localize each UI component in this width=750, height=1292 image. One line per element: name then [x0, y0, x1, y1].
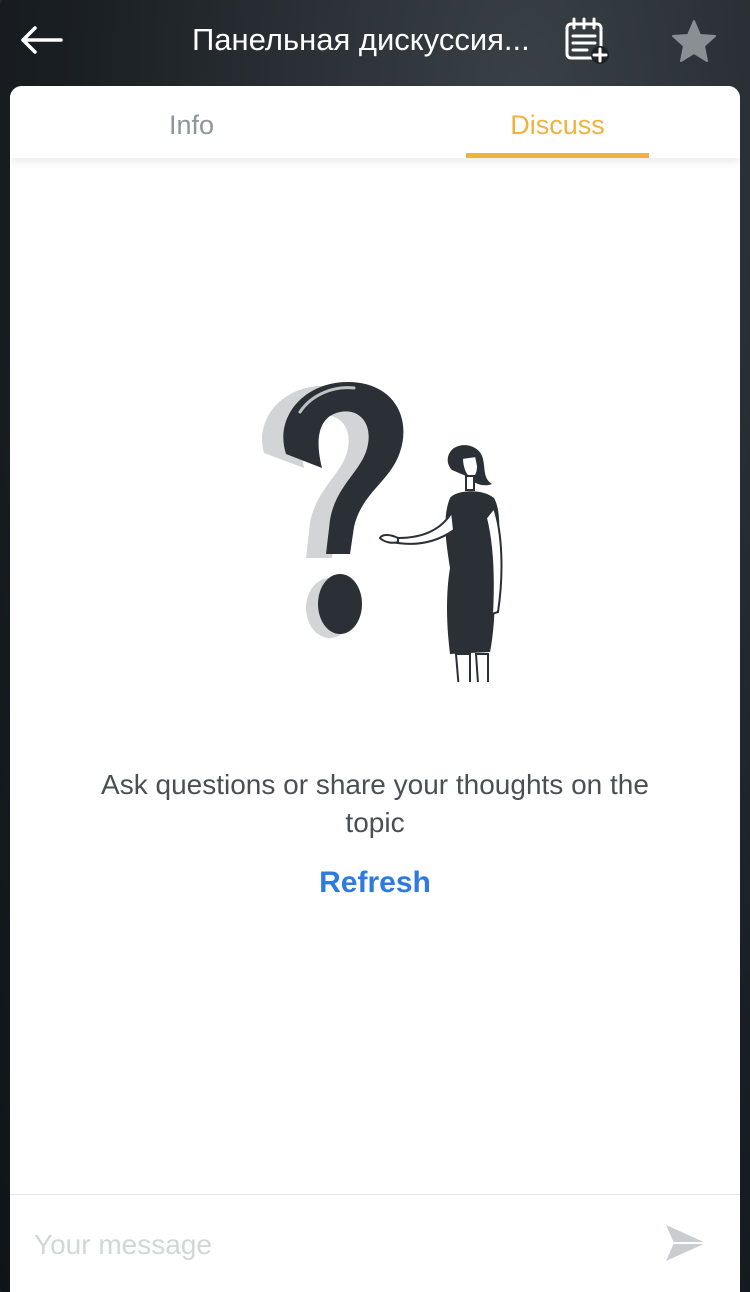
empty-state-message: Ask questions or share your thoughts on … [101, 769, 649, 838]
refresh-button[interactable]: Refresh [275, 866, 475, 906]
message-composer [10, 1194, 740, 1292]
send-icon [666, 1225, 706, 1261]
tab-bar: Info Discuss [10, 86, 740, 158]
arrow-left-icon [21, 26, 63, 54]
favorite-button[interactable] [669, 18, 719, 66]
tab-info[interactable]: Info [100, 86, 283, 158]
tab-discuss[interactable]: Discuss [466, 86, 649, 158]
question-mark-woman-illustration [262, 382, 503, 682]
content-card: Info Discuss Ask questions or share your… [10, 86, 740, 1292]
top-bar: Панельная дискуссия... [0, 0, 750, 86]
add-to-calendar-button[interactable] [563, 16, 611, 66]
back-button[interactable] [18, 20, 64, 60]
star-icon [672, 20, 716, 62]
page-title: Панельная дискуссия... [192, 22, 530, 57]
message-input[interactable] [34, 1223, 634, 1267]
calendar-add-icon [565, 17, 609, 64]
send-button[interactable] [662, 1221, 710, 1265]
